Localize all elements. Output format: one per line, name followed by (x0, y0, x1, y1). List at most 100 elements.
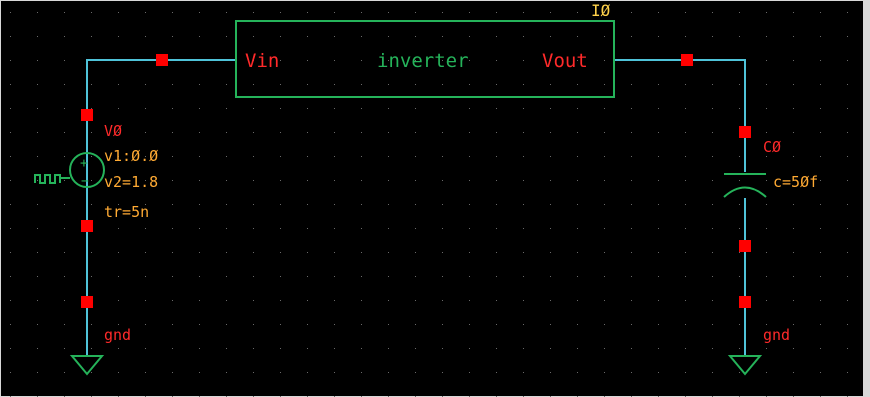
grid-dot (280, 204, 281, 205)
grid-dot (820, 228, 821, 229)
grid-dot (307, 108, 308, 109)
grid-dot (10, 228, 11, 229)
pin-marker-vout[interactable] (681, 54, 693, 66)
grid-dot (496, 12, 497, 13)
grid-dot (280, 180, 281, 181)
grid-dot (145, 228, 146, 229)
grid-dot (64, 300, 65, 301)
schematic-canvas[interactable]: Vin inverter Vout IØ + − VØ v1:Ø.Ø v2=1.… (0, 0, 870, 397)
grid-dot (361, 276, 362, 277)
grid-dot (226, 228, 227, 229)
grid-dot (550, 276, 551, 277)
grid-dot (307, 276, 308, 277)
grid-dot (415, 252, 416, 253)
inverter-cell-name: inverter (377, 50, 469, 72)
grid-dot (91, 252, 92, 253)
grid-dot (820, 108, 821, 109)
grid-dot (523, 228, 524, 229)
grid-dot (820, 300, 821, 301)
grid-dot (496, 228, 497, 229)
grid-dot (388, 252, 389, 253)
grid-dot (91, 372, 92, 373)
grid-dot (793, 252, 794, 253)
grid-dot (10, 324, 11, 325)
grid-dot (604, 324, 605, 325)
grid-dot (820, 36, 821, 37)
grid-dot (469, 156, 470, 157)
grid-dot (604, 108, 605, 109)
grid-dot (793, 204, 794, 205)
grid-dot (793, 12, 794, 13)
grid-dot (388, 324, 389, 325)
grid-dot (199, 252, 200, 253)
ground-right-label: gnd (763, 326, 790, 344)
grid-dot (226, 180, 227, 181)
pin-marker-cap-plus[interactable] (739, 126, 751, 138)
grid-dot (658, 252, 659, 253)
pin-marker-vin[interactable] (156, 54, 168, 66)
grid-dot (118, 276, 119, 277)
grid-dot (847, 60, 848, 61)
grid-dot (415, 276, 416, 277)
grid-dot (550, 324, 551, 325)
grid-dot (118, 324, 119, 325)
grid-dot (739, 348, 740, 349)
grid-dot (415, 180, 416, 181)
grid-dot (631, 36, 632, 37)
grid-dot (442, 252, 443, 253)
grid-dot (226, 108, 227, 109)
grid-dot (631, 12, 632, 13)
grid-dot (442, 180, 443, 181)
grid-dot (10, 60, 11, 61)
pin-marker-ground-left[interactable] (81, 296, 93, 308)
grid-dot (280, 228, 281, 229)
pin-marker-cap-minus[interactable] (739, 240, 751, 252)
grid-dot (523, 180, 524, 181)
grid-dot (550, 108, 551, 109)
grid-dot (496, 156, 497, 157)
grid-dot (712, 84, 713, 85)
pin-marker-vsource-plus[interactable] (81, 109, 93, 121)
grid-dot (820, 84, 821, 85)
grid-dot (604, 180, 605, 181)
grid-dot (766, 156, 767, 157)
grid-dot (712, 372, 713, 373)
grid-dot (820, 324, 821, 325)
grid-dot (64, 324, 65, 325)
grid-dot (145, 132, 146, 133)
grid-dot (64, 276, 65, 277)
grid-dot (712, 204, 713, 205)
grid-dot (415, 204, 416, 205)
grid-dot (496, 36, 497, 37)
grid-dot (712, 252, 713, 253)
grid-dot (496, 348, 497, 349)
grid-dot (523, 372, 524, 373)
grid-dot (172, 348, 173, 349)
grid-dot (199, 348, 200, 349)
pin-marker-ground-right[interactable] (739, 296, 751, 308)
grid-dot (523, 132, 524, 133)
grid-dot (307, 156, 308, 157)
grid-dot (91, 204, 92, 205)
grid-dot (37, 228, 38, 229)
grid-dot (739, 204, 740, 205)
grid-dot (631, 348, 632, 349)
grid-dot (307, 204, 308, 205)
grid-dot (604, 372, 605, 373)
grid-dot (226, 348, 227, 349)
grid-dot (91, 180, 92, 181)
grid-dot (253, 276, 254, 277)
grid-dot (199, 204, 200, 205)
grid-dot (766, 36, 767, 37)
grid-dot (847, 324, 848, 325)
grid-dot (388, 228, 389, 229)
pin-marker-vsource-minus[interactable] (81, 220, 93, 232)
grid-dot (415, 228, 416, 229)
grid-dot (172, 156, 173, 157)
grid-dot (118, 108, 119, 109)
grid-dot (604, 300, 605, 301)
grid-dot (37, 36, 38, 37)
grid-dot (442, 132, 443, 133)
grid-dot (442, 300, 443, 301)
grid-dot (577, 12, 578, 13)
